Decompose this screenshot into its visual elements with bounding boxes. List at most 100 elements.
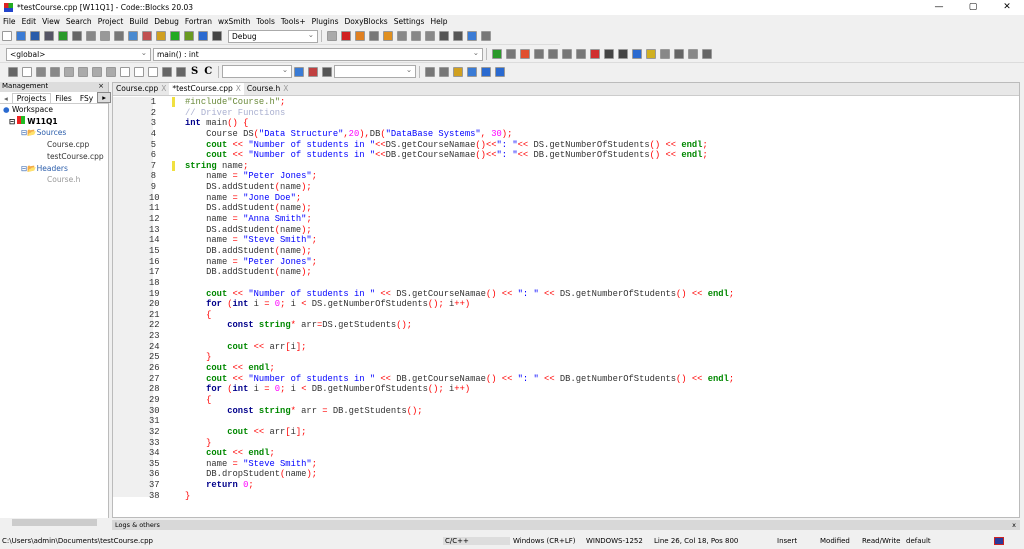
minimize-button[interactable]: —: [922, 0, 956, 15]
jump-back-icon[interactable]: [674, 49, 684, 59]
rebuild-icon[interactable]: [198, 31, 208, 41]
chm-icon[interactable]: [646, 49, 656, 59]
selected-text-icon[interactable]: [467, 66, 478, 77]
code-line[interactable]: 6 cout << "Number of students in " << DB.g…: [149, 150, 734, 161]
menu-fortran[interactable]: Fortran: [182, 17, 215, 26]
stop-debug-icon[interactable]: [453, 31, 463, 41]
tree-file-testcourse-cpp[interactable]: testCourse.cpp: [3, 151, 108, 163]
code-line[interactable]: 32 cout << arr[i];: [149, 427, 734, 438]
build-run-icon[interactable]: [184, 31, 194, 41]
code-line[interactable]: 7 string name;: [149, 160, 734, 172]
menu-doxyblocks[interactable]: DoxyBlocks: [342, 17, 391, 26]
menu-settings[interactable]: Settings: [391, 17, 428, 26]
settings-wrench-icon[interactable]: [308, 66, 319, 77]
menu-tools[interactable]: Tools+: [278, 17, 309, 26]
tab-scroll-left[interactable]: ◂: [0, 94, 12, 103]
menu-wxsmith[interactable]: wxSmith: [215, 17, 253, 26]
new-file-icon[interactable]: [2, 31, 12, 41]
prev-bookmark-icon[interactable]: [534, 49, 544, 59]
menu-project[interactable]: Project: [95, 17, 127, 26]
menu-debug[interactable]: Debug: [151, 17, 182, 26]
select-icon[interactable]: [8, 66, 18, 77]
code-line[interactable]: 22 const string * arr = DS.getStudents ();: [149, 320, 734, 331]
menu-help[interactable]: Help: [427, 17, 450, 26]
code-line[interactable]: 12 name = "Anna Smith";: [149, 214, 734, 225]
highlight-icon[interactable]: [453, 66, 464, 77]
code-line[interactable]: 8 name = "Peter Jones";: [149, 171, 734, 182]
code-line[interactable]: 16 name = "Peter Jones";: [149, 257, 734, 268]
menu-view[interactable]: View: [39, 17, 63, 26]
code-line[interactable]: 5 cout << "Number of students in " << DS.g…: [149, 140, 734, 151]
frame3-icon[interactable]: [148, 66, 158, 77]
maximize-button[interactable]: ▢: [956, 0, 990, 15]
code-line[interactable]: 31: [149, 416, 734, 427]
code-line[interactable]: 26 cout << endl;: [149, 363, 734, 374]
tree-file-course-h[interactable]: Course.h: [3, 174, 108, 186]
config-icon[interactable]: [660, 49, 670, 59]
code-line[interactable]: 4 Course DS("Data Structure", 20), DB("Dat…: [149, 129, 734, 140]
code-line[interactable]: 38}: [149, 491, 734, 502]
search-input-b[interactable]: [334, 64, 417, 78]
regex-icon[interactable]: [495, 66, 506, 77]
paste-icon[interactable]: [114, 31, 124, 41]
table-icon[interactable]: [50, 66, 60, 77]
pause-icon[interactable]: [439, 31, 449, 41]
save-icon[interactable]: [30, 31, 40, 41]
forward-icon[interactable]: [506, 49, 516, 59]
code-line[interactable]: 2 // Driver Functions: [149, 108, 734, 119]
html-icon[interactable]: [632, 49, 642, 59]
rect-icon[interactable]: [22, 66, 32, 77]
tab-close-icon[interactable]: X: [283, 84, 288, 93]
code-line[interactable]: 13 DS.addStudent(name);: [149, 225, 734, 236]
zoom-out-icon[interactable]: [176, 66, 186, 77]
find-next-icon[interactable]: [439, 66, 450, 77]
code-editor[interactable]: 1 #include"Course.h"; 2 // Driver Functions…: [149, 97, 734, 501]
search-go-icon[interactable]: [294, 66, 305, 77]
open-icon[interactable]: [16, 31, 26, 41]
code-line[interactable]: 14 name = "Steve Smith";: [149, 235, 734, 246]
menu-file[interactable]: File: [0, 17, 19, 26]
tree-sources[interactable]: ⊟📂Sources: [3, 127, 108, 139]
clear-icon[interactable]: [322, 66, 333, 77]
menu-search[interactable]: Search: [63, 17, 95, 26]
menu-tools[interactable]: Tools: [253, 17, 277, 26]
code-line[interactable]: 27 cout << "Number of students in " << D…: [149, 374, 734, 385]
code-line[interactable]: 11 DS.addStudent(name);: [149, 203, 734, 214]
tree-headers[interactable]: ⊟📂Headers: [3, 163, 108, 175]
tree-file-course-cpp[interactable]: Course.cpp: [3, 139, 108, 151]
step-instruction-icon[interactable]: [425, 31, 435, 41]
run-icon[interactable]: [170, 31, 180, 41]
layout3-icon[interactable]: [92, 66, 102, 77]
code-line[interactable]: 34 cout << endl;: [149, 448, 734, 459]
code-line[interactable]: 23: [149, 331, 734, 342]
code-line[interactable]: 24 cout << arr[i];: [149, 342, 734, 353]
info-icon[interactable]: [481, 31, 491, 41]
debug-run-icon[interactable]: [341, 31, 351, 41]
tab-course-cpp[interactable]: Course.cpp X: [113, 83, 169, 95]
doxy-wizard-icon[interactable]: [576, 49, 586, 59]
tab-files[interactable]: Files: [51, 94, 75, 103]
tab-testcourse-cpp[interactable]: *testCourse.cpp X: [169, 83, 244, 95]
clear-bookmarks-icon[interactable]: [562, 49, 572, 59]
line-comment-icon[interactable]: [618, 49, 628, 59]
tab-projects[interactable]: Projects: [11, 93, 52, 103]
build-target-select[interactable]: Debug: [228, 29, 318, 43]
debug-info-icon[interactable]: [327, 31, 337, 41]
run-to-cursor-icon[interactable]: [355, 31, 365, 41]
abort-icon[interactable]: [212, 31, 222, 41]
back-icon[interactable]: [492, 49, 502, 59]
code-line[interactable]: 30 const string * arr = DB.getStudents ();: [149, 406, 734, 417]
code-line[interactable]: 1 #include"Course.h";: [149, 97, 734, 108]
next-line-icon[interactable]: [369, 31, 379, 41]
find-icon[interactable]: [128, 31, 138, 41]
code-line[interactable]: 35 name = "Steve Smith";: [149, 459, 734, 470]
bold-c-button[interactable]: C: [204, 66, 212, 77]
tab-scroll-right[interactable]: ▸: [97, 92, 111, 103]
scope-select[interactable]: <global>: [6, 47, 151, 61]
code-line[interactable]: 17 DB.addStudent(name);: [149, 267, 734, 278]
layout4-icon[interactable]: [106, 66, 116, 77]
menu-build[interactable]: Build: [126, 17, 151, 26]
zoom-in-icon[interactable]: [162, 66, 172, 77]
code-line[interactable]: 36 DB.dropStudent(name);: [149, 469, 734, 480]
tab-close-icon[interactable]: X: [236, 84, 241, 93]
